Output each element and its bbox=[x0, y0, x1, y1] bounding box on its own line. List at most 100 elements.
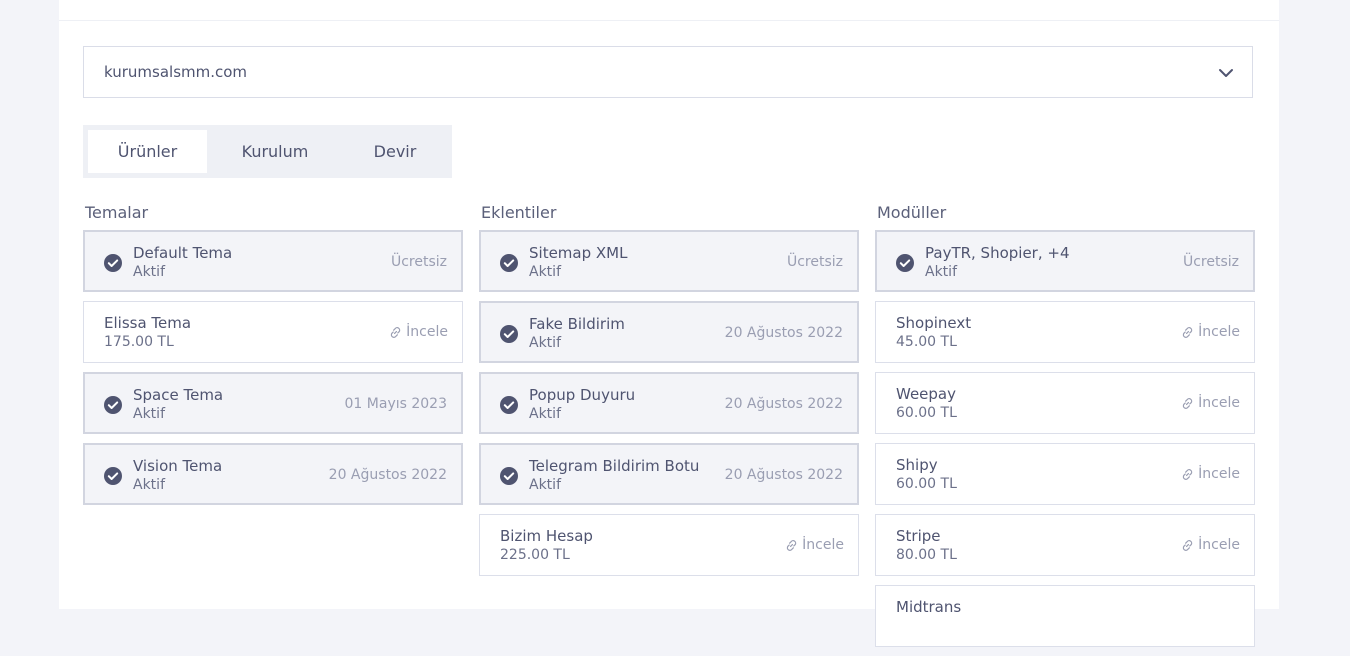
item-name: Telegram Bildirim Botu bbox=[529, 457, 700, 475]
item-name: Bizim Hesap bbox=[500, 527, 593, 545]
list-item[interactable]: Space Tema Aktif 01 Mayıs 2023 bbox=[83, 372, 463, 434]
tab-devir[interactable]: Devir bbox=[343, 130, 447, 173]
item-name: Vision Tema bbox=[133, 457, 223, 475]
item-name: Default Tema bbox=[133, 244, 233, 262]
check-circle-icon bbox=[500, 254, 518, 272]
item-price: 45.00 TL bbox=[896, 334, 957, 350]
item-price-label: Ücretsiz bbox=[1182, 254, 1239, 270]
check-circle-icon bbox=[500, 325, 518, 343]
item-date: 20 Ağustos 2022 bbox=[725, 467, 843, 483]
column-title: Modüller bbox=[877, 203, 947, 222]
link-icon bbox=[1182, 397, 1193, 409]
review-link-label: İncele bbox=[1198, 395, 1240, 411]
review-link-label: İncele bbox=[802, 537, 844, 553]
item-name: PayTR, Shopier, +4 bbox=[925, 244, 1070, 262]
check-circle-icon bbox=[104, 467, 122, 485]
item-date: 20 Ağustos 2022 bbox=[725, 325, 843, 341]
tab-bar: Ürünler Kurulum Devir bbox=[83, 125, 452, 178]
item-date: 20 Ağustos 2022 bbox=[725, 396, 843, 412]
check-circle-icon bbox=[500, 396, 518, 414]
tab-urunler[interactable]: Ürünler bbox=[88, 130, 207, 173]
link-icon bbox=[786, 539, 797, 551]
domain-select-value: kurumsalsmm.com bbox=[104, 63, 248, 81]
main-panel: kurumsalsmm.com Ürünler Kurulum Devir Te… bbox=[59, 0, 1279, 647]
link-icon bbox=[390, 326, 401, 338]
item-price: 175.00 TL bbox=[104, 334, 174, 350]
link-icon bbox=[1182, 326, 1193, 338]
list-item[interactable]: Popup Duyuru Aktif 20 Ağustos 2022 bbox=[479, 372, 859, 434]
review-link[interactable]: İncele bbox=[785, 537, 844, 553]
item-status: Aktif bbox=[133, 264, 165, 280]
item-price: Ücretsiz bbox=[391, 254, 447, 270]
review-link-label: İncele bbox=[1198, 537, 1240, 553]
item-name: Elissa Tema bbox=[104, 314, 192, 332]
item-price-label: Ücretsiz bbox=[390, 254, 447, 270]
link-icon bbox=[1182, 539, 1193, 551]
item-status: Aktif bbox=[529, 335, 561, 351]
item-date-label: 01 Mayıs 2023 bbox=[344, 396, 447, 412]
domain-select[interactable]: kurumsalsmm.com bbox=[83, 46, 1253, 98]
item-date-label: 20 Ağustos 2022 bbox=[328, 467, 447, 483]
review-link-label: İncele bbox=[406, 324, 448, 340]
list-item[interactable]: PayTR, Shopier, +4 Aktif Ücretsiz bbox=[875, 230, 1255, 292]
list-item[interactable]: Stripe 80.00 TL İncele bbox=[875, 514, 1255, 576]
list-item[interactable]: Elissa Tema 175.00 TL İncele bbox=[83, 301, 463, 363]
column-title: Temalar bbox=[85, 203, 149, 222]
check-circle-icon bbox=[500, 467, 518, 485]
column-eklentiler: Eklentiler Sitemap XML Aktif Ücretsiz Fa… bbox=[479, 204, 859, 585]
chevron-down-icon bbox=[1219, 69, 1233, 77]
review-link-label: İncele bbox=[1198, 324, 1240, 340]
review-link-label: İncele bbox=[1198, 466, 1240, 482]
list-item[interactable]: Sitemap XML Aktif Ücretsiz bbox=[479, 230, 859, 292]
item-name: Midtrans bbox=[896, 598, 962, 616]
item-name: Fake Bildirim bbox=[529, 315, 625, 333]
item-status: Aktif bbox=[529, 477, 561, 493]
item-price-label: Ücretsiz bbox=[786, 254, 843, 270]
item-name: Space Tema bbox=[133, 386, 224, 404]
list-item[interactable]: Weepay 60.00 TL İncele bbox=[875, 372, 1255, 434]
list-item[interactable]: Vision Tema Aktif 20 Ağustos 2022 bbox=[83, 443, 463, 505]
review-link[interactable]: İncele bbox=[389, 324, 448, 340]
list-item[interactable]: Bizim Hesap 225.00 TL İncele bbox=[479, 514, 859, 576]
list-item[interactable]: Shopinext 45.00 TL İncele bbox=[875, 301, 1255, 363]
list-item[interactable]: Telegram Bildirim Botu Aktif 20 Ağustos … bbox=[479, 443, 859, 505]
list-item[interactable]: Fake Bildirim Aktif 20 Ağustos 2022 bbox=[479, 301, 859, 363]
item-status: Aktif bbox=[529, 264, 561, 280]
review-link[interactable]: İncele bbox=[1181, 537, 1240, 553]
divider bbox=[59, 20, 1279, 21]
column-temalar: Temalar Default Tema Aktif Ücretsiz Elis… bbox=[83, 204, 463, 514]
list-item[interactable]: Midtrans bbox=[875, 585, 1255, 647]
item-price: 225.00 TL bbox=[500, 547, 570, 563]
item-date-label: 20 Ağustos 2022 bbox=[724, 325, 843, 341]
item-name: Weepay bbox=[896, 385, 956, 403]
column-title: Eklentiler bbox=[481, 203, 557, 222]
item-price: 60.00 TL bbox=[896, 405, 957, 421]
item-name: Popup Duyuru bbox=[529, 386, 636, 404]
item-price: 80.00 TL bbox=[896, 547, 957, 563]
check-circle-icon bbox=[104, 254, 122, 272]
item-status: Aktif bbox=[529, 406, 561, 422]
list-item[interactable]: Default Tema Aktif Ücretsiz bbox=[83, 230, 463, 292]
item-price: Ücretsiz bbox=[787, 254, 843, 270]
link-icon bbox=[1182, 468, 1193, 480]
review-link[interactable]: İncele bbox=[1181, 466, 1240, 482]
item-status: Aktif bbox=[925, 264, 957, 280]
item-status: Aktif bbox=[133, 406, 165, 422]
review-link[interactable]: İncele bbox=[1181, 324, 1240, 340]
review-link[interactable]: İncele bbox=[1181, 395, 1240, 411]
tab-kurulum[interactable]: Kurulum bbox=[207, 130, 343, 173]
item-name: Sitemap XML bbox=[529, 244, 628, 262]
item-status: Aktif bbox=[133, 477, 165, 493]
item-date: 20 Ağustos 2022 bbox=[329, 467, 447, 483]
item-date: 01 Mayıs 2023 bbox=[345, 396, 447, 412]
item-name: Shipy bbox=[896, 456, 938, 474]
item-name: Shopinext bbox=[896, 314, 972, 332]
item-price: 60.00 TL bbox=[896, 476, 957, 492]
list-item[interactable]: Shipy 60.00 TL İncele bbox=[875, 443, 1255, 505]
item-date-label: 20 Ağustos 2022 bbox=[724, 467, 843, 483]
item-price: Ücretsiz bbox=[1183, 254, 1239, 270]
check-circle-icon bbox=[104, 396, 122, 414]
item-date-label: 20 Ağustos 2022 bbox=[724, 396, 843, 412]
check-circle-icon bbox=[896, 254, 914, 272]
column-moduller: Modüller PayTR, Shopier, +4 Aktif Ücrets… bbox=[875, 204, 1255, 656]
